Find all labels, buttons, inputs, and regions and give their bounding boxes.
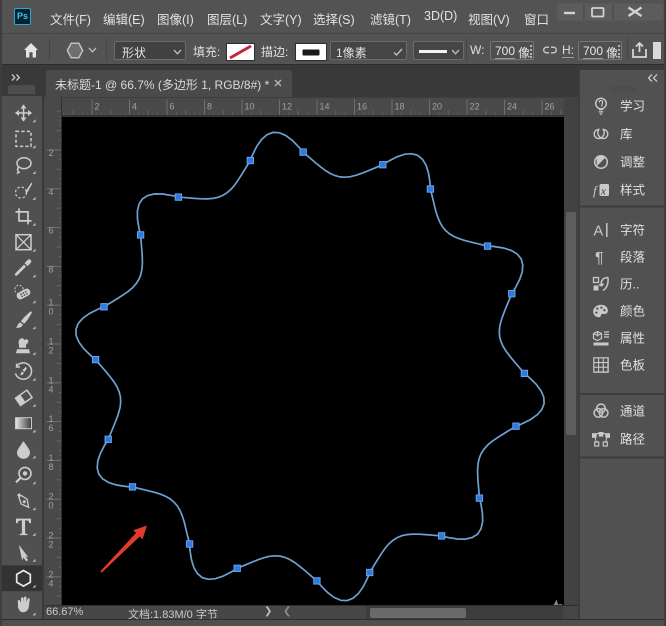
svg-text:12: 12 [282,102,292,112]
svg-text:2: 2 [49,346,54,356]
svg-text:4: 4 [132,102,137,112]
svg-text:样式: 样式 [620,183,646,198]
svg-text:A: A [594,224,604,240]
svg-text:18: 18 [395,102,405,112]
svg-text:22: 22 [470,102,480,112]
svg-text:0: 0 [49,307,54,317]
svg-text:24: 24 [507,102,517,112]
svg-text:26: 26 [545,102,555,112]
svg-text:6: 6 [49,423,54,433]
svg-text:2: 2 [49,540,54,550]
svg-text:8: 8 [207,102,212,112]
svg-text:8: 8 [49,264,54,274]
svg-text:20: 20 [432,102,442,112]
svg-text:x: x [600,186,606,198]
svg-text:色板: 色板 [620,358,646,373]
svg-text:调整: 调整 [620,155,646,170]
svg-text:0: 0 [49,501,54,511]
svg-text:历..: 历.. [620,278,639,292]
svg-text:学习: 学习 [620,99,645,114]
svg-text:4: 4 [49,384,54,394]
svg-text:段落: 段落 [620,250,646,265]
svg-text:路径: 路径 [620,432,645,447]
svg-text:4: 4 [49,578,54,588]
svg-text:2: 2 [49,148,54,158]
svg-text:6: 6 [49,226,54,236]
svg-text:属性: 属性 [620,332,645,346]
svg-text:¶: ¶ [595,250,604,267]
svg-text:16: 16 [357,102,367,112]
svg-text:库: 库 [620,127,633,142]
svg-text:字符: 字符 [620,223,645,238]
svg-text:6: 6 [170,102,175,112]
svg-text:颜色: 颜色 [620,304,646,319]
svg-text:10: 10 [245,102,255,112]
svg-text:14: 14 [320,102,330,112]
svg-text:f: f [593,183,599,198]
svg-text:2: 2 [95,102,100,112]
svg-text:4: 4 [49,187,54,197]
svg-text:8: 8 [49,462,54,472]
svg-text:通道: 通道 [620,405,646,419]
